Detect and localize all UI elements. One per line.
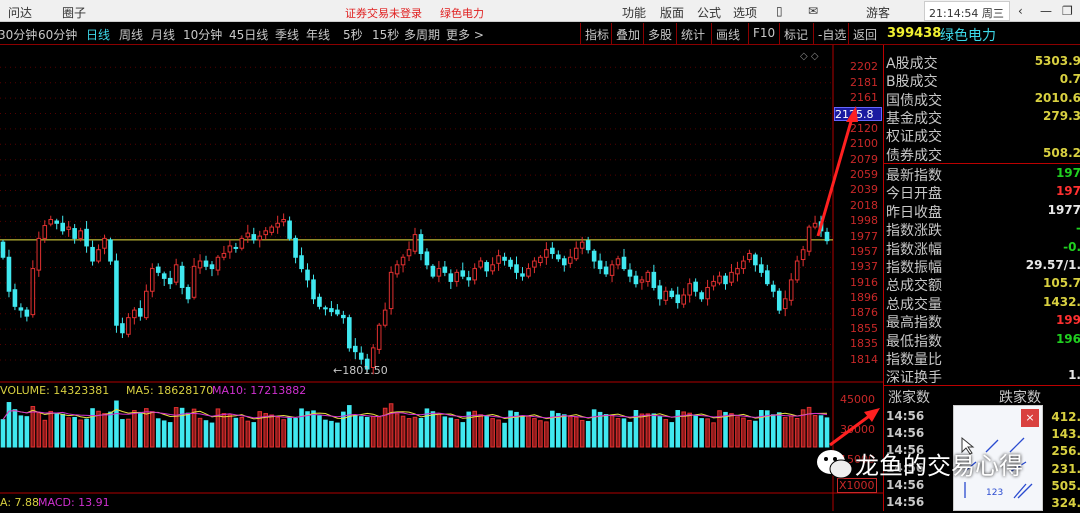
annotation-arrows bbox=[816, 106, 880, 447]
watermark: 龙鱼的交易心得 bbox=[855, 452, 1023, 480]
wechat-icon bbox=[817, 450, 853, 479]
